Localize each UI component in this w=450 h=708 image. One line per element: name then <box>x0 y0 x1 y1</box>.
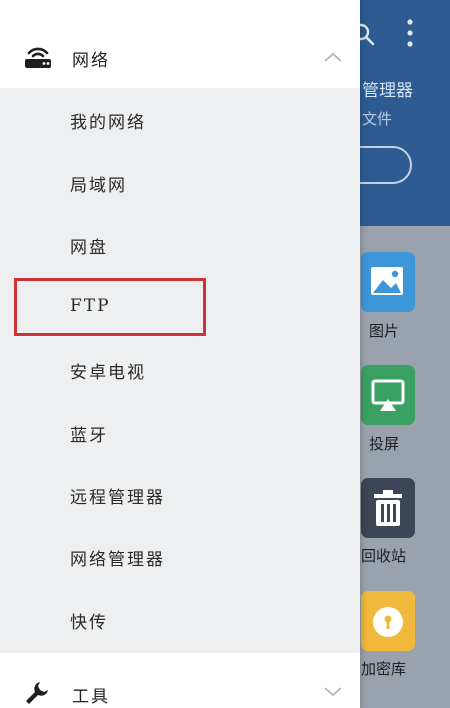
menu-item-label: 局域网 <box>70 176 127 196</box>
chevron-down-icon[interactable] <box>322 684 344 698</box>
menu-item-lan[interactable]: 局域网 <box>0 157 360 207</box>
menu-item-label: 远程管理器 <box>70 488 165 508</box>
lock-icon <box>373 607 403 637</box>
cast-icon <box>371 379 405 411</box>
menu-item-label: 快传 <box>70 613 108 633</box>
router-icon <box>25 47 51 68</box>
menu-item-quick-transfer[interactable]: 快传 <box>0 594 360 644</box>
menu-item-android-tv[interactable]: 安卓电视 <box>0 344 360 394</box>
tile-images[interactable] <box>361 252 415 312</box>
section-network[interactable]: 网络 <box>0 28 360 88</box>
more-icon[interactable] <box>404 18 416 48</box>
tile-cast-label: 投屏 <box>369 435 400 453</box>
menu-item-label: 安卓电视 <box>70 363 146 383</box>
section-network-label: 网络 <box>72 51 110 71</box>
menu-item-bluetooth[interactable]: 蓝牙 <box>0 407 360 457</box>
menu-item-label: 网盘 <box>70 238 108 258</box>
section-tools[interactable]: 工具 <box>0 653 360 708</box>
menu-item-network-manager[interactable]: 网络管理器 <box>0 531 360 581</box>
tile-cast[interactable] <box>361 365 415 425</box>
background-title: 管理器 <box>362 81 413 101</box>
wrench-icon <box>26 682 48 704</box>
tile-trash-label: 回收站 <box>361 547 407 565</box>
menu-item-label: 我的网络 <box>70 113 146 133</box>
navigation-drawer: 网络 我的网络 局域网 网盘 FTP 安卓电视 蓝牙 远程管理器 网络管理器 快… <box>0 0 360 708</box>
section-tools-label: 工具 <box>72 687 110 707</box>
menu-item-remote-manager[interactable]: 远程管理器 <box>0 469 360 519</box>
tile-vault[interactable] <box>361 591 415 651</box>
tile-vault-label: 加密库 <box>361 660 407 678</box>
background-subtitle: 文件 <box>362 110 393 128</box>
menu-item-label: 蓝牙 <box>70 426 108 446</box>
drawer-top-strip <box>0 0 360 28</box>
tile-trash[interactable] <box>361 478 415 538</box>
trash-icon <box>374 490 402 526</box>
menu-item-my-network[interactable]: 我的网络 <box>0 94 360 144</box>
tile-images-label: 图片 <box>369 322 400 340</box>
chevron-up-icon[interactable] <box>322 50 344 64</box>
image-icon <box>371 267 403 295</box>
ftp-highlight-box <box>14 278 206 336</box>
menu-item-label: 网络管理器 <box>70 550 165 570</box>
menu-item-cloud-drive[interactable]: 网盘 <box>0 219 360 269</box>
